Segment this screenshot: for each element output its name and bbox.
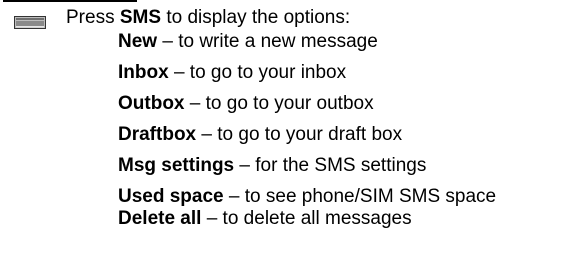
option-inbox: Inbox – to go to your inbox xyxy=(118,61,346,85)
option-new: New – to write a new message xyxy=(118,30,378,54)
top-rule xyxy=(3,0,137,2)
option-desc: – for the SMS settings xyxy=(234,155,427,176)
option-desc: – to go to your outbox xyxy=(184,93,374,114)
option-delete-all: Delete all – to delete all messages xyxy=(118,207,412,231)
option-term: Draftbox xyxy=(118,124,197,145)
softkey-icon xyxy=(14,16,46,29)
intro-line: Press SMS to display the options: xyxy=(66,6,350,30)
option-draftbox: Draftbox – to go to your draft box xyxy=(118,123,402,147)
option-desc: – to see phone/SIM SMS space xyxy=(223,186,497,207)
sms-key-label: SMS xyxy=(119,7,162,28)
intro-suffix: to display the options: xyxy=(161,7,351,28)
intro-prefix: Press xyxy=(66,7,120,28)
option-desc: – to delete all messages xyxy=(201,208,412,229)
option-desc: – to go to your draft box xyxy=(196,124,403,145)
option-msg-settings: Msg settings – for the SMS settings xyxy=(118,154,426,178)
option-term: Delete all xyxy=(118,208,202,229)
option-term: Outbox xyxy=(118,93,185,114)
option-outbox: Outbox – to go to your outbox xyxy=(118,92,374,116)
option-desc: – to go to your inbox xyxy=(168,62,347,83)
option-desc: – to write a new message xyxy=(157,31,378,52)
option-term: Inbox xyxy=(118,62,169,83)
option-term: Msg settings xyxy=(118,155,235,176)
option-term: New xyxy=(118,31,158,52)
option-term: Used space xyxy=(118,186,224,207)
option-used-space: Used space – to see phone/SIM SMS space xyxy=(118,185,496,209)
